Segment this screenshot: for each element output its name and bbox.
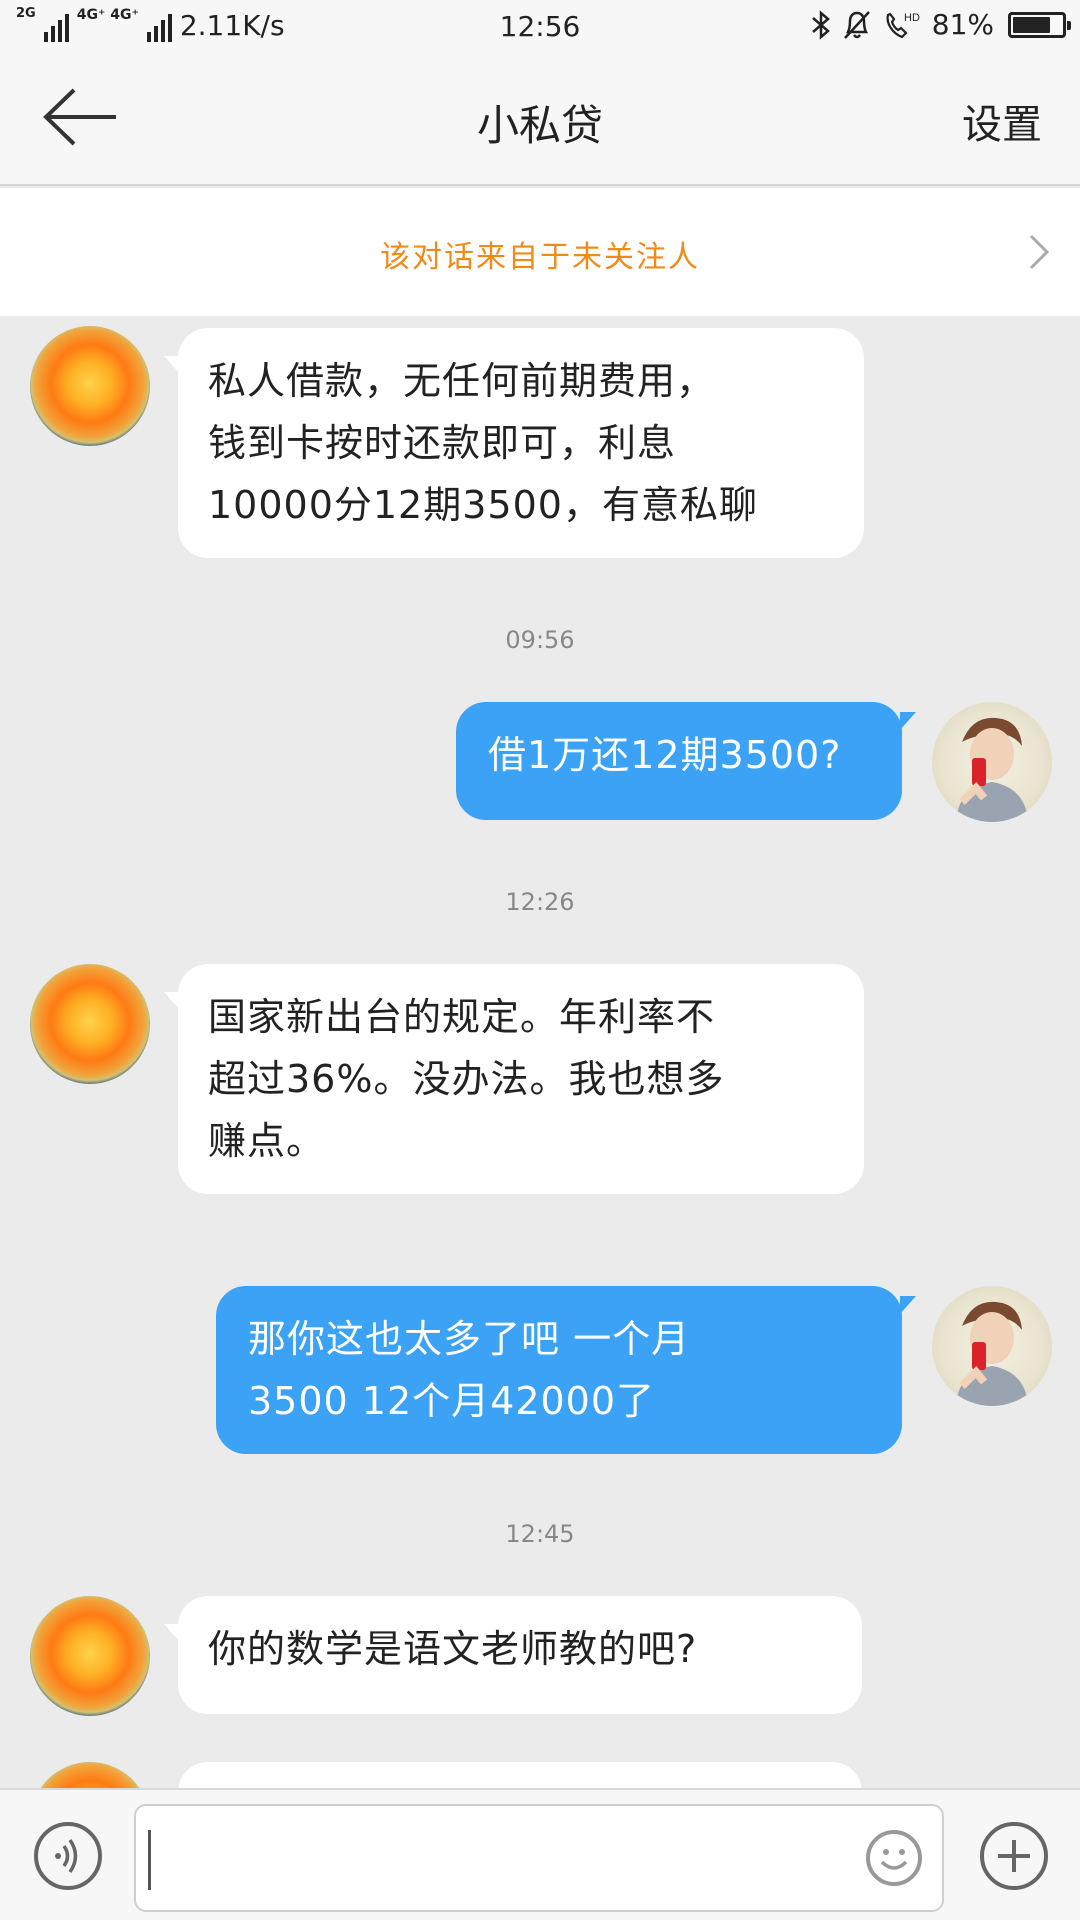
message-bubble-incoming[interactable]: 私人借款，无任何前期费用， 钱到卡按时还款即可，利息 10000分12期3500… bbox=[164, 328, 864, 558]
chevron-right-icon bbox=[1029, 234, 1050, 270]
input-bar bbox=[0, 1788, 1080, 1920]
message-line: 私人借款，无任何前期费用， bbox=[208, 359, 716, 403]
battery-icon bbox=[1008, 11, 1071, 38]
avatar-user[interactable] bbox=[932, 702, 1052, 822]
back-arrow-icon[interactable] bbox=[40, 84, 120, 150]
message-line: 3500 12个月42000了 bbox=[248, 1379, 656, 1423]
message-line: 超过36%。没办法。我也想多 bbox=[208, 1057, 725, 1101]
notice-text: 该对话来自于未关注人 bbox=[380, 240, 700, 275]
voice-icon[interactable] bbox=[34, 1822, 102, 1890]
timestamp: 09:56 bbox=[505, 626, 575, 654]
nav-bar: 小私贷 设置 bbox=[0, 54, 1080, 186]
avatar-contact[interactable] bbox=[30, 326, 150, 446]
message-bubble-outgoing[interactable]: 借1万还12期3500? bbox=[456, 702, 916, 820]
message-bubble-incoming[interactable]: 你的数学是语文老师教的吧? bbox=[164, 1596, 862, 1714]
plus-icon[interactable] bbox=[980, 1822, 1048, 1890]
message-line: 赚点。 bbox=[208, 1119, 326, 1163]
message-line: 你的数学是语文老师教的吧? bbox=[208, 1627, 698, 1671]
emoji-icon[interactable] bbox=[866, 1830, 922, 1886]
message-bubble-outgoing[interactable]: 那你这也太多了吧 一个月 3500 12个月42000了 bbox=[216, 1286, 916, 1454]
status-bar: 2G 4G⁺ 4G⁺ 2.11K/s 12:56 HD 81% bbox=[0, 0, 1080, 54]
bluetooth-icon bbox=[811, 9, 830, 40]
message-line: 钱到卡按时还款即可，利息 bbox=[208, 421, 677, 465]
avatar-contact[interactable] bbox=[30, 1596, 150, 1716]
svg-text:HD: HD bbox=[904, 12, 920, 24]
timestamp: 12:45 bbox=[505, 1520, 575, 1548]
message-line: 借1万还12期3500? bbox=[488, 733, 842, 777]
message-input[interactable] bbox=[134, 1804, 944, 1912]
mute-bell-icon bbox=[843, 10, 870, 39]
text-caret bbox=[148, 1830, 151, 1890]
page-title: 小私贷 bbox=[476, 101, 603, 150]
message-bubble-incoming[interactable]: 国家新出台的规定。年利率不 超过36%。没办法。我也想多 赚点。 bbox=[164, 964, 864, 1194]
message-bubble-incoming[interactable] bbox=[178, 1762, 862, 1788]
avatar-contact[interactable] bbox=[30, 964, 150, 1084]
message-line: 那你这也太多了吧 一个月 bbox=[248, 1317, 691, 1361]
chat-list[interactable]: 私人借款，无任何前期费用， 钱到卡按时还款即可，利息 10000分12期3500… bbox=[0, 316, 1080, 1788]
avatar-user[interactable] bbox=[932, 1286, 1052, 1406]
message-line: 10000分12期3500，有意私聊 bbox=[208, 483, 758, 527]
stranger-notice[interactable]: 该对话来自于未关注人 bbox=[0, 188, 1080, 316]
timestamp: 12:26 bbox=[505, 888, 575, 916]
battery-percent: 81% bbox=[931, 8, 994, 41]
hd-call-icon: HD bbox=[886, 12, 920, 38]
settings-button[interactable]: 设置 bbox=[962, 92, 1042, 150]
avatar-contact[interactable] bbox=[30, 1762, 150, 1788]
system-icons: HD 81% bbox=[810, 8, 1071, 41]
message-line: 国家新出台的规定。年利率不 bbox=[208, 995, 716, 1039]
